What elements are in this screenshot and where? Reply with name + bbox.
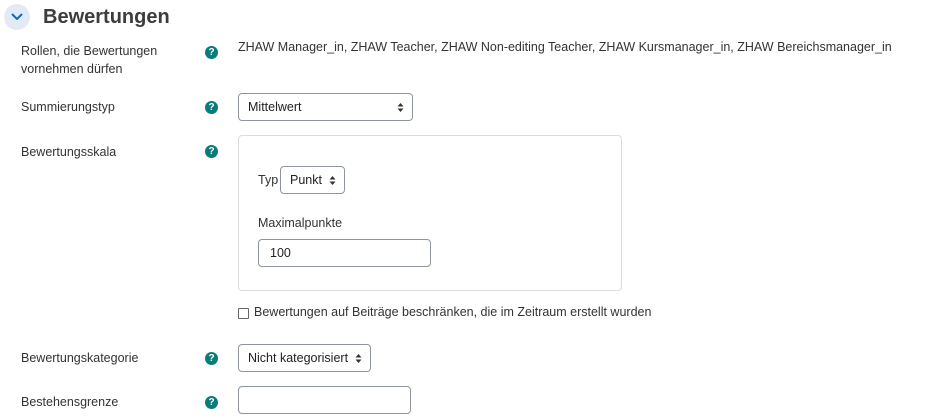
roles-label-line2: vornehmen dürfen: [21, 62, 123, 76]
aggregate-label: Summierungstyp: [21, 100, 115, 114]
scale-help-icon[interactable]: ?: [205, 145, 218, 158]
select-arrows-icon: [397, 103, 404, 112]
scale-max-label: Maximalpunkte: [258, 216, 343, 230]
roles-label: Rollen, die Bewertungen vornehmen dürfen: [21, 42, 157, 78]
category-select[interactable]: Nicht kategorisiert: [238, 344, 371, 372]
pass-grade-label: Bestehensgrenze: [21, 395, 119, 409]
category-label: Bewertungskategorie: [21, 351, 139, 365]
collapse-toggle-button[interactable]: [4, 4, 30, 30]
category-select-value: Nicht kategorisiert: [248, 351, 349, 365]
roles-label-line1: Rollen, die Bewertungen: [21, 44, 158, 58]
pass-grade-input[interactable]: [238, 386, 411, 414]
roles-value: ZHAW Manager_in, ZHAW Teacher, ZHAW Non-…: [238, 40, 892, 54]
chevron-down-icon: [11, 13, 23, 20]
section-title: Bewertungen: [43, 5, 170, 28]
scale-fieldset: Typ Punkt Maximalpunkte 100: [238, 135, 622, 291]
roles-help-icon[interactable]: ?: [205, 46, 218, 59]
pass-grade-help-icon[interactable]: ?: [205, 396, 218, 409]
restrict-checkbox[interactable]: [238, 308, 249, 319]
aggregate-select[interactable]: Mittelwert: [238, 93, 413, 121]
aggregate-help-icon[interactable]: ?: [205, 101, 218, 114]
aggregate-select-value: Mittelwert: [248, 100, 302, 114]
select-arrows-icon: [355, 354, 362, 363]
scale-label: Bewertungsskala: [21, 145, 117, 159]
scale-max-value: 100: [270, 246, 291, 260]
scale-type-label: Typ: [258, 173, 279, 187]
scale-max-input[interactable]: 100: [258, 239, 431, 267]
select-arrows-icon: [329, 176, 336, 185]
category-help-icon[interactable]: ?: [205, 352, 218, 365]
restrict-label[interactable]: Bewertungen auf Beiträge beschränken, di…: [254, 305, 651, 319]
section-header: Bewertungen: [4, 2, 170, 32]
scale-type-select-value: Punkt: [290, 173, 322, 187]
scale-type-select[interactable]: Punkt: [280, 166, 345, 194]
